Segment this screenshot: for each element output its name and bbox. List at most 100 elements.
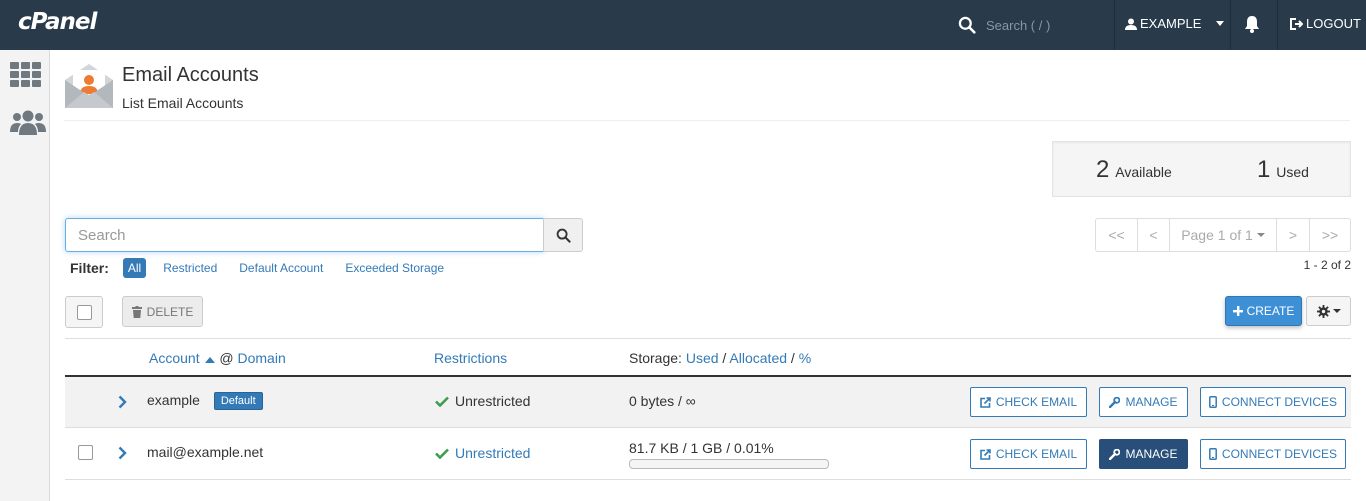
- search-icon: [958, 16, 976, 34]
- divider: [1230, 0, 1231, 50]
- trash-icon: [131, 305, 142, 318]
- user-name: EXAMPLE: [1140, 16, 1202, 31]
- sort-domain-link[interactable]: Domain: [237, 350, 285, 366]
- filter-all[interactable]: All: [122, 258, 147, 278]
- separator: /: [790, 350, 795, 366]
- table-header: Account @ Domain Restrictions Storage: U…: [65, 338, 1351, 377]
- account-cell: example Default: [147, 392, 263, 411]
- account-stats: 2 Available 1 Used: [1052, 141, 1351, 197]
- table-row: mail@example.net Unrestricted 81.7 KB / …: [65, 428, 1351, 480]
- expand-chevron-icon[interactable]: [118, 446, 127, 460]
- filter-exceeded-storage[interactable]: Exceeded Storage: [345, 261, 444, 275]
- page-title: Email Accounts: [122, 64, 259, 86]
- phone-icon: [1208, 448, 1217, 460]
- restriction-status-link[interactable]: Unrestricted: [455, 445, 530, 461]
- checkbox[interactable]: [76, 304, 92, 320]
- account-name: mail@example.net: [147, 444, 264, 460]
- stat-used-count: 1: [1257, 156, 1271, 183]
- page-select[interactable]: Page 1 of 1: [1169, 218, 1277, 252]
- search-input[interactable]: [65, 218, 544, 252]
- restrictions-header: Restrictions: [434, 350, 507, 366]
- storage-header: Storage: Used / Allocated / %: [629, 350, 811, 366]
- at-sign: @: [219, 350, 234, 366]
- storage-prefix: Storage:: [629, 350, 682, 366]
- page-select-label: Page 1 of 1: [1181, 227, 1253, 243]
- filter-restricted[interactable]: Restricted: [163, 261, 217, 275]
- manage-label: MANAGE: [1125, 395, 1178, 409]
- logout-label: LOGOUT: [1306, 16, 1361, 31]
- sort-used-link[interactable]: Used: [686, 350, 719, 366]
- create-button[interactable]: CREATE: [1225, 296, 1302, 326]
- divider: [64, 120, 1350, 121]
- manage-button[interactable]: MANAGE: [1099, 439, 1188, 469]
- table-row: example Default Unrestricted 0 bytes / ∞…: [65, 377, 1351, 428]
- separator: /: [722, 350, 727, 366]
- restriction-cell[interactable]: Unrestricted: [435, 445, 530, 461]
- grid-icon[interactable]: [10, 62, 42, 88]
- storage-progress-bar: [629, 459, 829, 469]
- expand-chevron-icon[interactable]: [118, 395, 127, 409]
- filter-bar: Filter: All Restricted Default Account E…: [70, 258, 466, 278]
- phone-icon: [1208, 396, 1217, 408]
- filter-default-account[interactable]: Default Account: [239, 261, 323, 275]
- stat-available-count: 2: [1096, 156, 1110, 183]
- bell-icon[interactable]: [1244, 15, 1260, 33]
- restriction-status: Unrestricted: [455, 393, 531, 409]
- check-icon: [435, 448, 449, 459]
- check-email-label: CHECK EMAIL: [995, 447, 1078, 461]
- prev-page-button[interactable]: <: [1137, 218, 1170, 252]
- check-email-label: CHECK EMAIL: [995, 395, 1078, 409]
- account-name: example: [147, 392, 200, 408]
- top-search-placeholder[interactable]: Search ( / ): [986, 18, 1050, 33]
- last-page-button[interactable]: >>: [1309, 218, 1351, 252]
- connect-devices-label: CONNECT DEVICES: [1221, 395, 1338, 409]
- default-badge: Default: [213, 392, 263, 410]
- filter-label: Filter:: [70, 260, 109, 276]
- top-navbar: cPanel Search ( / ) EXAMPLE LOGOUT: [0, 0, 1366, 50]
- chevron-down-icon: [1256, 233, 1265, 237]
- manage-label: MANAGE: [1125, 447, 1178, 461]
- user-menu[interactable]: EXAMPLE: [1125, 16, 1225, 31]
- next-page-button[interactable]: >: [1276, 218, 1310, 252]
- sort-up-icon[interactable]: [205, 355, 216, 363]
- create-label: CREATE: [1246, 304, 1295, 318]
- search-button[interactable]: [543, 218, 583, 252]
- pagination: << < Page 1 of 1 > >>: [1095, 218, 1351, 252]
- row-checkbox[interactable]: [78, 445, 93, 460]
- stat-used: 1 Used: [1257, 156, 1309, 184]
- gear-icon: [1316, 304, 1330, 318]
- manage-button[interactable]: MANAGE: [1099, 387, 1188, 417]
- check-email-button[interactable]: CHECK EMAIL: [970, 387, 1087, 417]
- delete-button[interactable]: DELETE: [122, 296, 203, 327]
- connect-devices-label: CONNECT DEVICES: [1221, 447, 1338, 461]
- sort-account-link[interactable]: Account: [149, 350, 200, 366]
- settings-dropdown[interactable]: [1306, 296, 1351, 326]
- sort-allocated-link[interactable]: Allocated: [729, 350, 787, 366]
- check-icon: [435, 396, 449, 407]
- sort-restrictions-link[interactable]: Restrictions: [434, 350, 507, 366]
- logout-link[interactable]: LOGOUT: [1290, 16, 1361, 31]
- check-email-button[interactable]: CHECK EMAIL: [970, 439, 1087, 469]
- select-all-checkbox[interactable]: [65, 296, 103, 328]
- results-range: 1 - 2 of 2: [1303, 258, 1351, 272]
- chevron-down-icon: [1216, 21, 1225, 26]
- sort-percent-link[interactable]: %: [799, 350, 811, 366]
- restriction-cell: Unrestricted: [435, 393, 530, 409]
- cpanel-logo[interactable]: cPanel: [18, 9, 97, 35]
- users-icon[interactable]: [10, 110, 46, 136]
- divider: [1114, 0, 1115, 50]
- divider: [1277, 0, 1278, 50]
- wrench-icon: [1109, 396, 1121, 408]
- user-icon: [1125, 18, 1137, 30]
- stat-available: 2 Available: [1096, 156, 1172, 184]
- stat-available-label: Available: [1115, 164, 1172, 180]
- top-search[interactable]: Search ( / ): [958, 15, 1108, 37]
- plus-icon: [1232, 306, 1243, 316]
- external-link-icon: [980, 448, 991, 460]
- email-accounts-icon: [65, 64, 113, 108]
- first-page-button[interactable]: <<: [1095, 218, 1138, 252]
- logout-icon: [1290, 17, 1303, 30]
- connect-devices-button[interactable]: CONNECT DEVICES: [1200, 387, 1346, 417]
- connect-devices-button[interactable]: CONNECT DEVICES: [1200, 439, 1346, 469]
- page-subtitle: List Email Accounts: [122, 95, 244, 111]
